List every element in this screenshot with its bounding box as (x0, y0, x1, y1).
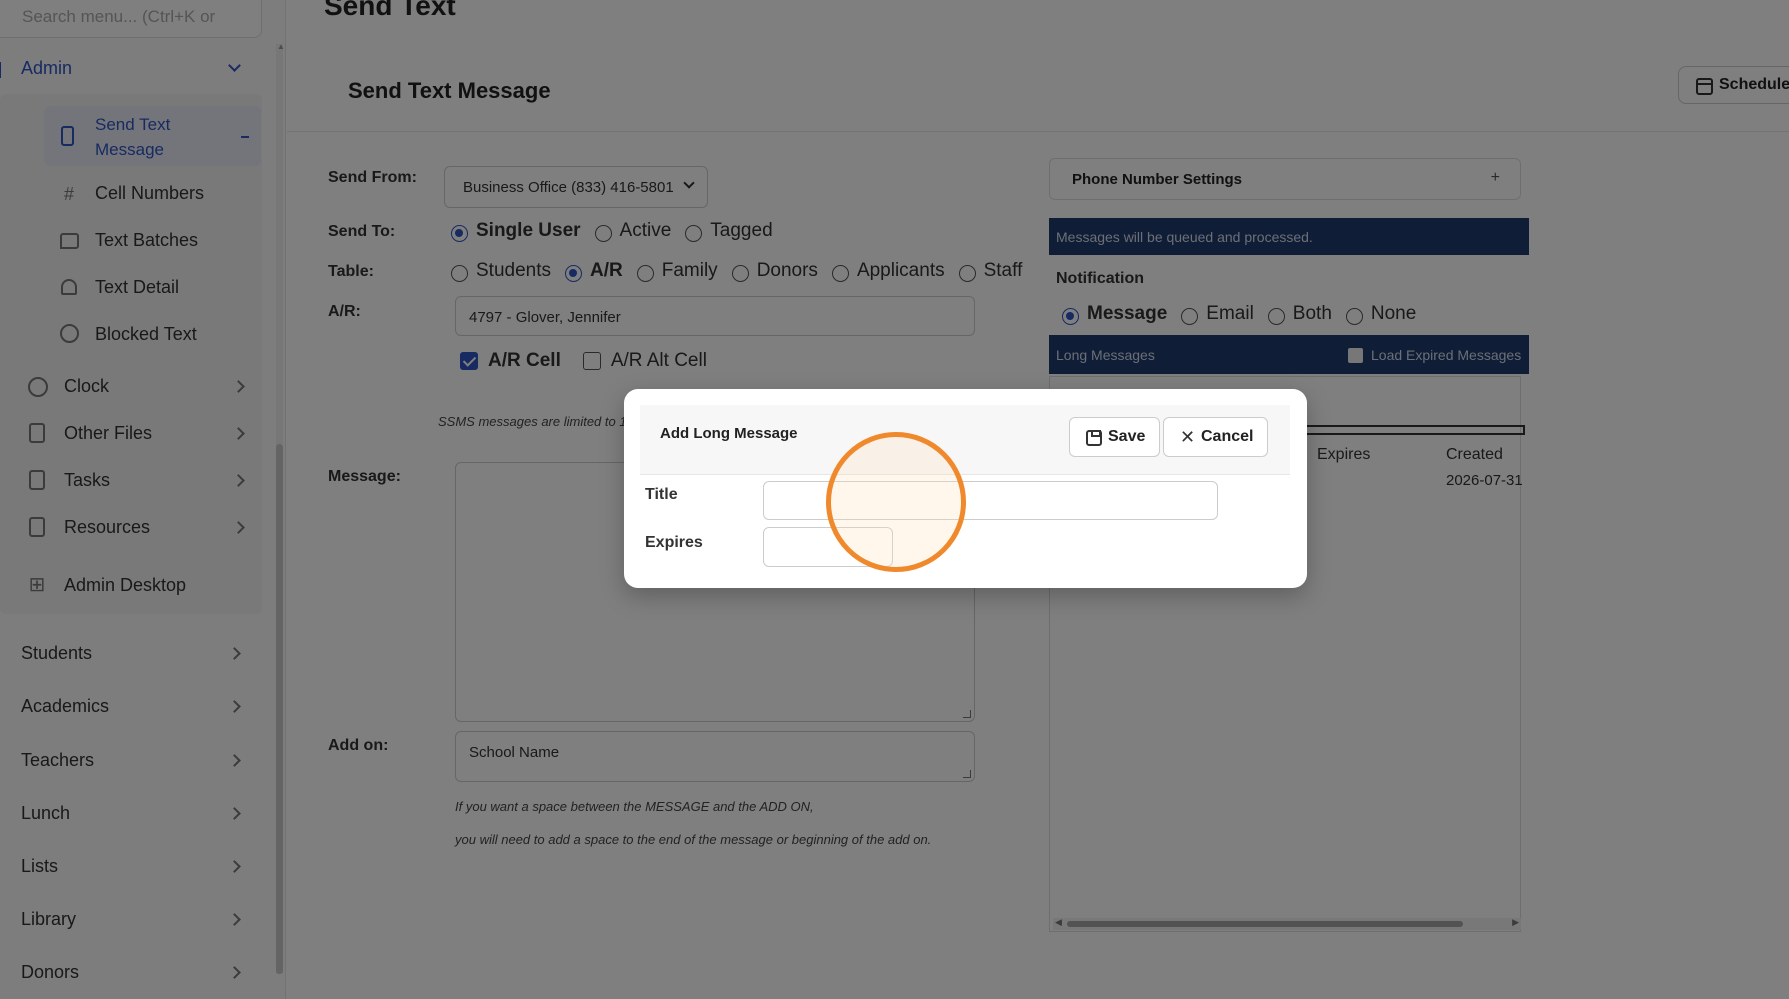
click-indicator (826, 432, 966, 572)
dialog-title: Add Long Message (660, 425, 798, 442)
cancel-button[interactable]: ✕ Cancel (1163, 417, 1268, 457)
close-icon: ✕ (1180, 427, 1196, 447)
save-button[interactable]: Save (1069, 417, 1160, 457)
cancel-button-label: Cancel (1201, 428, 1254, 445)
save-icon (1086, 430, 1102, 446)
add-long-message-dialog: Add Long Message Save ✕ Cancel Title Exp… (624, 389, 1307, 588)
save-button-label: Save (1108, 428, 1146, 445)
dialog-header: Add Long Message Save ✕ Cancel (640, 405, 1290, 475)
expires-field-label: Expires (645, 534, 703, 551)
title-field-label: Title (645, 486, 678, 503)
